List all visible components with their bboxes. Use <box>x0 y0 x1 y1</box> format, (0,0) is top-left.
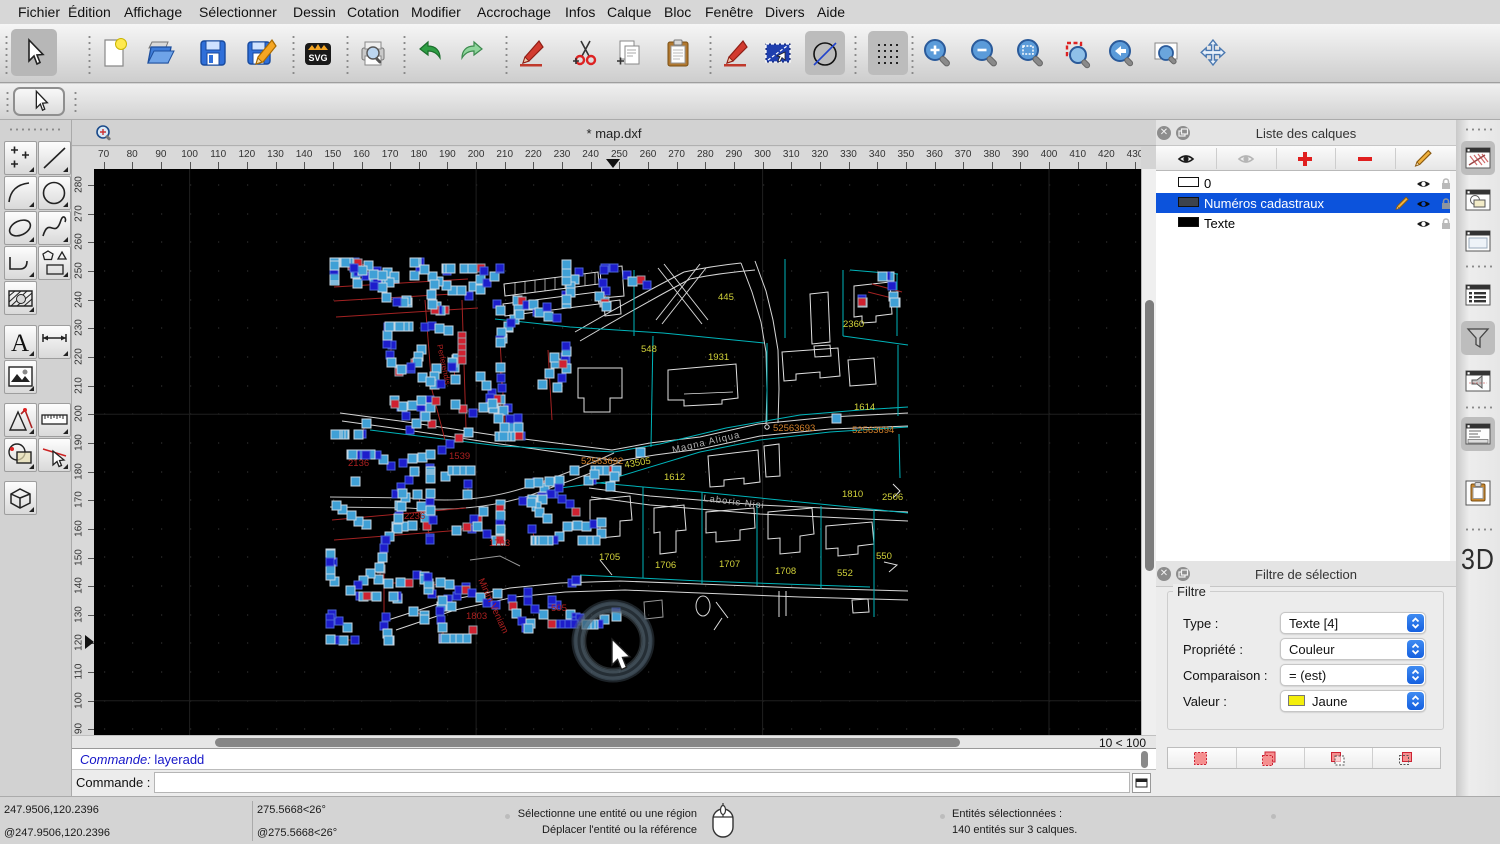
svg-text:505: 505 <box>551 603 567 614</box>
svg-text:1707: 1707 <box>719 559 740 570</box>
svg-text:552: 552 <box>837 568 853 579</box>
svg-text:1703: 1703 <box>489 538 510 549</box>
svg-text:2236: 2236 <box>404 511 425 522</box>
svg-text:43505: 43505 <box>624 456 652 471</box>
svg-text:52563692: 52563692 <box>581 456 623 467</box>
svg-text:1539: 1539 <box>449 451 470 462</box>
svg-text:2506: 2506 <box>882 492 903 503</box>
svg-text:2360: 2360 <box>843 319 864 330</box>
svg-text:A: A <box>11 330 29 357</box>
svg-text:1708: 1708 <box>775 566 796 577</box>
svg-text:52563693: 52563693 <box>773 423 815 434</box>
svg-text:Laboris Nisi: Laboris Nisi <box>703 493 766 511</box>
svg-text:1706: 1706 <box>655 560 676 571</box>
svg-text:1931: 1931 <box>708 352 729 363</box>
svg-text:2136: 2136 <box>348 458 369 469</box>
svg-text:445: 445 <box>718 292 734 303</box>
svg-text:548: 548 <box>641 344 657 355</box>
svg-text:1810: 1810 <box>842 489 863 500</box>
svg-text:550: 550 <box>876 551 892 562</box>
svg-text:SVG: SVG <box>308 53 327 63</box>
svg-text:1614: 1614 <box>854 402 875 413</box>
svg-text:52563694: 52563694 <box>852 425 894 436</box>
svg-text:1612: 1612 <box>664 472 685 483</box>
svg-text:1705: 1705 <box>599 552 620 563</box>
svg-text:1803: 1803 <box>466 611 487 622</box>
